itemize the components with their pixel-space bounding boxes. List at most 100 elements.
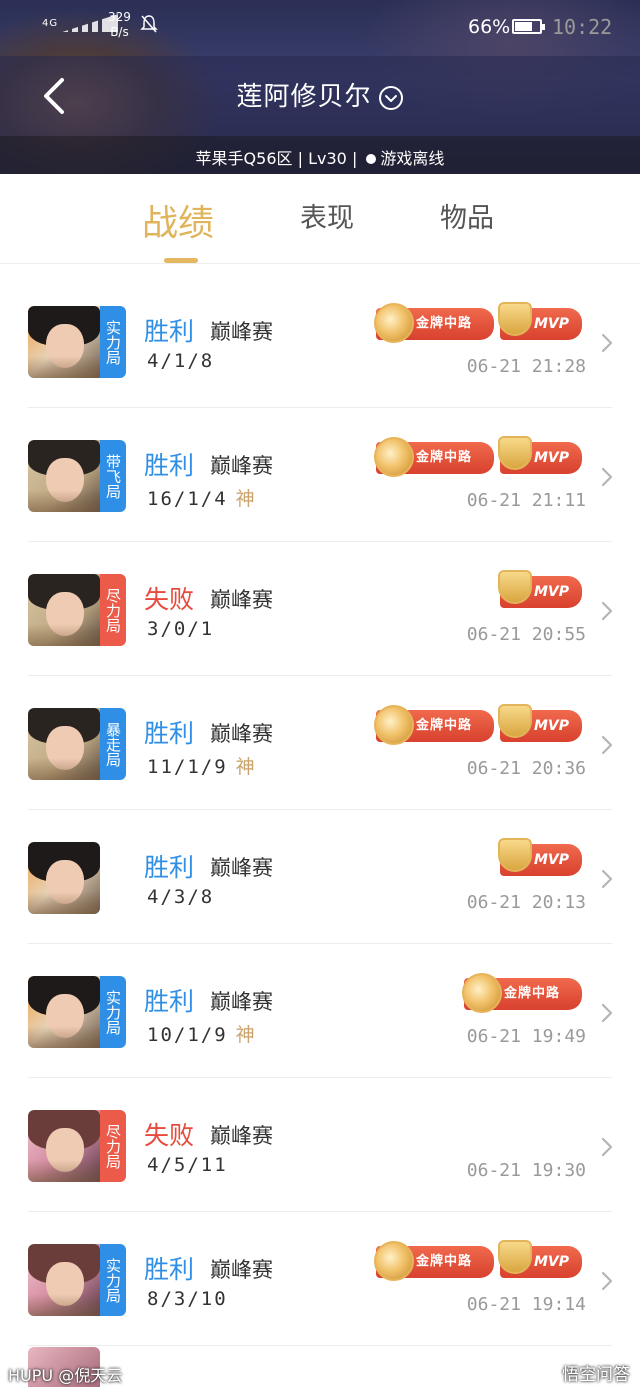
badge-group: 金牌中路 MVP: [374, 302, 582, 343]
gold-mid-badge: 金牌中路: [374, 1241, 494, 1281]
mvp-badge: MVP: [498, 436, 582, 474]
kda: 3/0/1: [147, 618, 214, 640]
match-result: 胜利: [144, 719, 195, 748]
mvp-badge: MVP: [498, 302, 582, 340]
kda-value: 4/1/8: [147, 350, 215, 372]
mvp-badge: MVP: [498, 838, 582, 876]
hero-avatar-group: 尽力局: [28, 574, 126, 646]
gold-medal-icon: [462, 973, 502, 1013]
hero-avatar: [28, 306, 100, 378]
chevron-down-circle-icon: [378, 85, 403, 110]
trophy-icon: [498, 570, 532, 604]
server-name: 苹果手Q56区: [195, 149, 293, 168]
kda: 4/3/8: [147, 886, 214, 908]
match-row[interactable]: 实力局 胜利 巅峰赛 4/1/8 金牌中路 MVP 06-21 21:28: [0, 274, 640, 408]
kda: 11/1/9 神: [147, 752, 255, 779]
hero-avatar-group: 暴走局: [28, 708, 126, 780]
kda-value: 10/1/9: [147, 1024, 228, 1046]
mvp-badge: MVP: [498, 704, 582, 742]
badge-group: 金牌中路: [462, 973, 582, 1013]
active-tab-indicator: [164, 258, 198, 263]
row-divider: [28, 1345, 612, 1346]
hero-avatar: [28, 574, 100, 646]
kda-value: 4/5/11: [147, 1154, 228, 1176]
tab-performance[interactable]: 表现: [300, 196, 354, 235]
player-name-selector[interactable]: 莲阿修贝尔: [0, 76, 640, 113]
match-result: 胜利: [144, 1255, 195, 1284]
mvp-badge: MVP: [498, 570, 582, 608]
match-row[interactable]: 实力局 胜利 巅峰赛 8/3/10 金牌中路 MVP 06-21 19:14: [0, 1212, 640, 1346]
badge-group: MVP: [498, 570, 582, 610]
speed-value: 329: [108, 10, 131, 24]
mvp-badge: MVP: [498, 1240, 582, 1278]
network-type: 4G: [42, 18, 59, 29]
kda-value: 3/0/1: [147, 618, 215, 640]
gold-medal-icon: [374, 303, 414, 343]
hero-avatar-group: 实力局: [28, 976, 126, 1048]
gold-mid-badge: 金牌中路: [374, 303, 494, 343]
trophy-icon: [498, 436, 532, 470]
kda: 4/5/11: [147, 1154, 228, 1176]
kda: 4/1/8: [147, 350, 214, 372]
chevron-right-icon: [601, 1137, 613, 1157]
match-row[interactable]: 暴走局 胜利 巅峰赛 11/1/9 神 金牌中路 MVP 06-21 20:36: [0, 676, 640, 810]
game-mode: 巅峰赛: [210, 588, 273, 612]
match-tag: 实力局: [100, 1244, 126, 1316]
mvp-label: MVP: [534, 450, 570, 466]
hero-avatar-group: 实力局: [28, 1244, 126, 1316]
hero-avatar: [28, 1244, 100, 1316]
online-status: 游戏离线: [380, 149, 445, 168]
match-time: 06-21 19:30: [466, 1160, 586, 1181]
match-row[interactable]: 尽力局 失败 巅峰赛 4/5/11 06-21 19:30: [0, 1078, 640, 1212]
player-level: Lv30: [308, 149, 347, 168]
match-row[interactable]: 实力局 胜利 巅峰赛 10/1/9 神 金牌中路 06-21 19:49: [0, 944, 640, 1078]
match-result: 失败: [144, 585, 195, 614]
gold-medal-icon: [374, 437, 414, 477]
match-tag: 尽力局: [100, 1110, 126, 1182]
match-result: 胜利: [144, 317, 195, 346]
mute-bell-icon: [140, 15, 158, 33]
match-tag: 实力局: [100, 306, 126, 378]
match-time: 06-21 19:14: [466, 1294, 586, 1315]
tab-records[interactable]: 战绩: [142, 194, 214, 246]
match-row[interactable]: 胜利 巅峰赛 4/3/8 MVP 06-21 20:13: [0, 810, 640, 944]
hero-avatar-group: 尽力局: [28, 1110, 126, 1182]
match-time: 06-21 21:28: [466, 356, 586, 377]
separator: |: [351, 149, 358, 168]
tab-bar: 战绩 表现 物品: [0, 174, 640, 264]
speed-unit: B/s: [110, 25, 129, 39]
match-time: 06-21 21:11: [466, 490, 586, 511]
signal-icon: 4G: [42, 14, 119, 32]
player-name: 莲阿修贝尔: [236, 82, 372, 112]
trophy-icon: [498, 302, 532, 336]
match-time: 06-21 19:49: [466, 1026, 586, 1047]
match-tag: 暴走局: [100, 708, 126, 780]
profile-header: 4G 329 B/s 66% 10:22 莲阿修贝尔 苹果手Q56区 | Lv3…: [0, 0, 640, 174]
badge-group: 金牌中路 MVP: [374, 436, 582, 477]
player-info-line: 苹果手Q56区 | Lv30 | 游戏离线: [0, 145, 640, 169]
match-tag: 尽力局: [100, 574, 126, 646]
hero-avatar-group: 实力局: [28, 306, 126, 378]
hero-avatar: [28, 1110, 100, 1182]
hero-avatar: [28, 708, 100, 780]
trophy-icon: [498, 838, 532, 872]
god-mark: 神: [235, 489, 255, 510]
match-tag: 实力局: [100, 976, 126, 1048]
gold-mid-badge: 金牌中路: [462, 973, 582, 1013]
chevron-right-icon: [601, 1003, 613, 1023]
gold-mid-badge: 金牌中路: [374, 437, 494, 477]
game-mode: 巅峰赛: [210, 722, 273, 746]
match-result: 胜利: [144, 987, 195, 1016]
mvp-label: MVP: [534, 1254, 570, 1270]
separator: |: [297, 149, 303, 168]
tab-items[interactable]: 物品: [440, 196, 494, 235]
hero-avatar-group: [28, 842, 100, 914]
trophy-icon: [498, 1240, 532, 1274]
gold-medal-icon: [374, 1241, 414, 1281]
game-mode: 巅峰赛: [210, 320, 273, 344]
match-row[interactable]: 尽力局 失败 巅峰赛 3/0/1 MVP 06-21 20:55: [0, 542, 640, 676]
kda: 10/1/9 神: [147, 1020, 255, 1047]
match-result: 胜利: [144, 853, 195, 882]
match-row[interactable]: 带飞局 胜利 巅峰赛 16/1/4 神 金牌中路 MVP 06-21 21:11: [0, 408, 640, 542]
gold-badge-label: 金牌中路: [416, 450, 473, 465]
